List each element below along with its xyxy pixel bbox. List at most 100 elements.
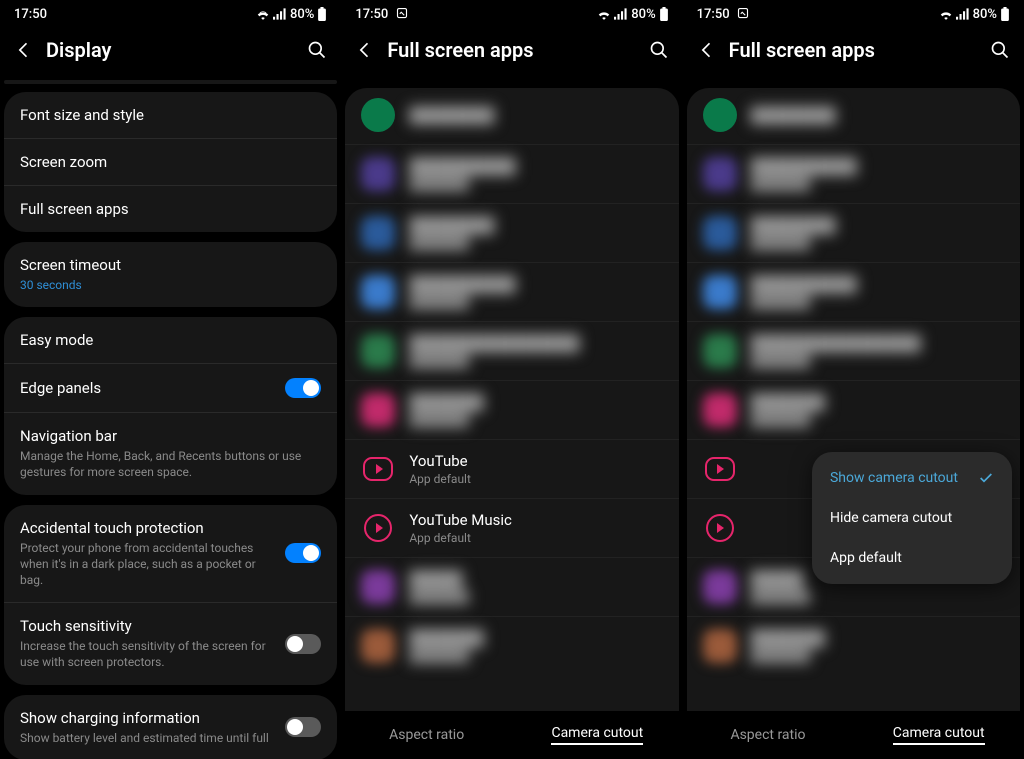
back-icon[interactable] xyxy=(355,40,375,60)
cutout-options-popup: Show camera cutout Hide camera cutout Ap… xyxy=(812,452,1012,584)
row-touch-sensitivity[interactable]: Touch sensitivity Increase the touch sen… xyxy=(4,603,337,684)
signal-icon xyxy=(614,8,628,20)
battery-text: 80% xyxy=(973,7,997,22)
list-item[interactable]: ████████████ xyxy=(345,558,678,617)
battery-text: 80% xyxy=(631,7,655,22)
app-label: ███████████████████████ xyxy=(409,334,662,368)
screen-full-screen-apps-popup: 17:50 80% Full screen apps ████████ ████… xyxy=(683,0,1024,759)
app-icon xyxy=(361,157,395,191)
status-bar: 17:50 80% xyxy=(341,0,682,28)
battery-icon xyxy=(317,7,327,21)
app-sub: App default xyxy=(409,472,662,486)
app-icon xyxy=(703,629,737,663)
row-edge-panels[interactable]: Edge panels xyxy=(4,364,337,413)
app-icon xyxy=(361,334,395,368)
app-label: █████████████████ xyxy=(409,157,662,191)
screenshot-icon xyxy=(396,7,408,19)
app-icon xyxy=(703,334,737,368)
list-item[interactable]: █████████████████ xyxy=(345,263,678,322)
app-icon xyxy=(703,157,737,191)
app-label: ████████████ xyxy=(409,570,662,604)
youtube-music-icon xyxy=(361,511,395,545)
screen-display-settings: 17:50 80% Display Font size and style Sc… xyxy=(0,0,341,759)
row-screen-zoom[interactable]: Screen zoom xyxy=(4,139,337,186)
list-item[interactable]: ██████████████ xyxy=(345,381,678,440)
app-icon xyxy=(703,275,737,309)
status-icons: 80% xyxy=(256,7,327,22)
list-item[interactable]: █████████████████ xyxy=(687,263,1020,322)
app-label: ███████████████ xyxy=(751,216,1004,250)
wifi-icon xyxy=(597,8,611,20)
list-item-youtube[interactable]: YouTube App default xyxy=(345,440,678,499)
tab-camera-cutout[interactable]: Camera cutout xyxy=(853,711,1024,759)
option-show-cutout[interactable]: Show camera cutout xyxy=(812,458,1012,498)
status-bar: 17:50 80% xyxy=(683,0,1024,28)
list-item[interactable]: ██████████████ xyxy=(687,381,1020,440)
list-item[interactable]: █████████████████ xyxy=(345,145,678,204)
app-label: ██████████████ xyxy=(751,629,1004,663)
list-item[interactable]: ██████████████ xyxy=(345,617,678,675)
app-label: ███████████████████████ xyxy=(751,334,1004,368)
edge-panels-toggle[interactable] xyxy=(285,378,321,398)
list-item[interactable]: ███████████████ xyxy=(687,204,1020,263)
app-label: █████████████████ xyxy=(751,275,1004,309)
list-item[interactable]: █████████████████ xyxy=(687,145,1020,204)
accidental-touch-toggle[interactable] xyxy=(285,543,321,563)
row-font-size[interactable]: Font size and style xyxy=(4,92,337,139)
app-list[interactable]: ████████ █████████████████ █████████████… xyxy=(345,88,678,711)
charging-info-toggle[interactable] xyxy=(285,717,321,737)
back-icon[interactable] xyxy=(697,40,717,60)
battery-text: 80% xyxy=(290,7,314,22)
row-full-screen-apps[interactable]: Full screen apps xyxy=(4,186,337,232)
list-item[interactable]: ██████████████ xyxy=(687,617,1020,675)
row-navigation-bar[interactable]: Navigation bar Manage the Home, Back, an… xyxy=(4,413,337,494)
youtube-icon xyxy=(703,452,737,486)
search-icon[interactable] xyxy=(990,40,1010,60)
wifi-icon xyxy=(256,8,270,20)
tab-camera-cutout[interactable]: Camera cutout xyxy=(512,711,683,759)
bottom-tabs: Aspect ratio Camera cutout xyxy=(683,711,1024,759)
screen-full-screen-apps: 17:50 80% Full screen apps ████████ ████… xyxy=(341,0,682,759)
app-name: YouTube xyxy=(409,452,662,470)
touch-sensitivity-toggle[interactable] xyxy=(285,634,321,654)
row-easy-mode[interactable]: Easy mode xyxy=(4,317,337,364)
app-label: ████████ xyxy=(409,106,662,124)
app-icon xyxy=(361,393,395,427)
search-icon[interactable] xyxy=(307,40,327,60)
app-icon xyxy=(703,216,737,250)
screenshot-icon xyxy=(737,7,749,19)
status-bar: 17:50 80% xyxy=(0,0,341,28)
row-accidental-touch[interactable]: Accidental touch protection Protect your… xyxy=(4,505,337,604)
app-icon xyxy=(361,216,395,250)
list-item[interactable]: ███████████████ xyxy=(345,204,678,263)
youtube-icon xyxy=(361,452,395,486)
row-charging-info[interactable]: Show charging information Show battery l… xyxy=(4,695,337,759)
back-icon[interactable] xyxy=(14,40,34,60)
app-label: ███████████████ xyxy=(409,216,662,250)
header: Display xyxy=(0,28,341,80)
list-item[interactable]: ████████ xyxy=(345,88,678,145)
search-icon[interactable] xyxy=(649,40,669,60)
list-item[interactable]: ███████████████████████ xyxy=(687,322,1020,381)
header: Full screen apps xyxy=(341,28,682,80)
app-label: █████████████████ xyxy=(409,275,662,309)
battery-icon xyxy=(1000,7,1010,21)
app-label: ██████████████ xyxy=(409,393,662,427)
tab-aspect-ratio[interactable]: Aspect ratio xyxy=(683,711,854,759)
list-item[interactable]: ████████ xyxy=(687,88,1020,145)
app-label: ████████ xyxy=(751,106,1004,124)
tab-aspect-ratio[interactable]: Aspect ratio xyxy=(341,711,512,759)
option-hide-cutout[interactable]: Hide camera cutout xyxy=(812,498,1012,538)
page-title: Display xyxy=(46,38,295,62)
settings-group: Easy mode Edge panels Navigation bar Man… xyxy=(4,317,337,494)
app-icon xyxy=(361,629,395,663)
list-item[interactable]: ███████████████████████ xyxy=(345,322,678,381)
list-item-youtube-music[interactable]: YouTube MusicApp default xyxy=(345,499,678,558)
row-screen-timeout[interactable]: Screen timeout 30 seconds xyxy=(4,242,337,307)
status-left: 17:50 xyxy=(355,7,407,22)
bottom-tabs: Aspect ratio Camera cutout xyxy=(341,711,682,759)
option-app-default[interactable]: App default xyxy=(812,538,1012,578)
app-icon xyxy=(361,98,395,132)
app-list[interactable]: ████████ █████████████████ █████████████… xyxy=(687,88,1020,711)
battery-icon xyxy=(659,7,669,21)
